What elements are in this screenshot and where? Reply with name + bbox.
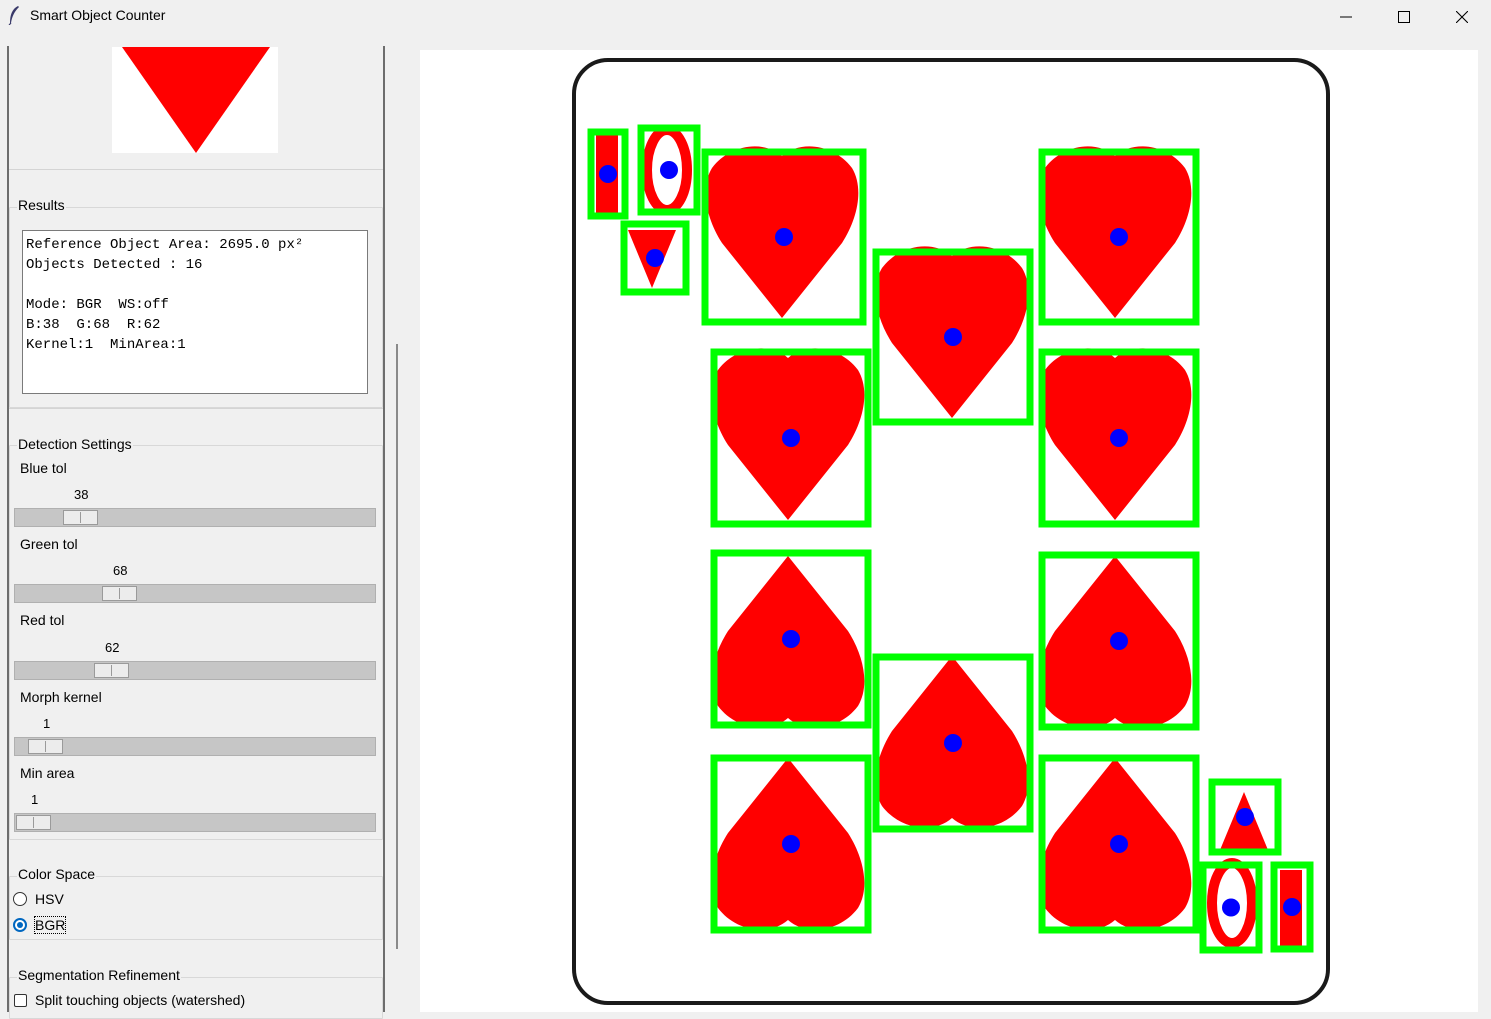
- blue-tol-label: Blue tol: [20, 460, 67, 476]
- centroid-dot: [775, 228, 793, 246]
- centroid-dot: [782, 630, 800, 648]
- reference-heart-image: [122, 47, 270, 153]
- minimize-button[interactable]: [1317, 0, 1375, 34]
- green-tol-value: 68: [113, 563, 128, 578]
- segmentation-label: Segmentation Refinement: [17, 967, 181, 983]
- hsv-radio[interactable]: [13, 892, 27, 906]
- detection-settings-label: Detection Settings: [17, 436, 133, 452]
- close-icon: [1456, 11, 1468, 23]
- centroid-dot: [1110, 429, 1128, 447]
- centroid-dot: [1110, 632, 1128, 650]
- green-tol-label: Green tol: [20, 536, 78, 552]
- red-tol-label: Red tol: [20, 612, 65, 628]
- centroid-dot: [660, 161, 678, 179]
- red-tol-value: 62: [105, 640, 120, 655]
- color-space-label: Color Space: [17, 866, 97, 882]
- panel-scrollbar[interactable]: [396, 344, 398, 949]
- min-area-value: 1: [31, 792, 39, 807]
- results-text-area[interactable]: Reference Object Area: 2695.0 px² Object…: [22, 230, 368, 394]
- green-tol-slider[interactable]: [14, 584, 376, 603]
- bgr-radio[interactable]: [13, 918, 27, 932]
- blue-tol-slider[interactable]: [14, 508, 376, 527]
- centroid-dot: [1222, 898, 1240, 917]
- bgr-radio-label[interactable]: BGR: [33, 916, 67, 934]
- image-canvas[interactable]: [420, 50, 1478, 1012]
- min-area-label: Min area: [20, 765, 75, 781]
- maximize-button[interactable]: [1375, 0, 1433, 34]
- centroid-dot: [599, 165, 617, 183]
- centroid-dot: [1110, 835, 1128, 853]
- watershed-checkbox[interactable]: [14, 994, 27, 1007]
- maximize-icon: [1398, 11, 1410, 23]
- green-tol-handle[interactable]: [102, 586, 137, 601]
- centroid-dot: [1283, 898, 1301, 916]
- title-bar: Smart Object Counter: [0, 0, 1491, 34]
- window-title: Smart Object Counter: [30, 7, 166, 23]
- control-panel: Results Reference Object Area: 2695.0 px…: [0, 34, 386, 1019]
- centroid-dot: [944, 328, 962, 346]
- close-button[interactable]: [1433, 0, 1491, 34]
- divider: [9, 169, 383, 170]
- results-text: Reference Object Area: 2695.0 px² Object…: [26, 237, 304, 353]
- panel-right-border: [383, 46, 385, 1012]
- morph-kernel-label: Morph kernel: [20, 689, 102, 705]
- min-area-handle[interactable]: [16, 815, 51, 830]
- hsv-radio-label[interactable]: HSV: [35, 891, 64, 907]
- detection-image: [572, 58, 1330, 1005]
- centroid-dot: [1110, 228, 1128, 246]
- centroid-dot: [782, 429, 800, 447]
- min-area-slider[interactable]: [14, 813, 376, 832]
- morph-kernel-value: 1: [43, 716, 51, 731]
- morph-kernel-handle[interactable]: [28, 739, 63, 754]
- blue-tol-value: 38: [74, 487, 89, 502]
- centroid-dot: [944, 734, 962, 752]
- blue-tol-handle[interactable]: [63, 510, 98, 525]
- morph-kernel-slider[interactable]: [14, 737, 376, 756]
- red-tol-slider[interactable]: [14, 661, 376, 680]
- watershed-checkbox-label[interactable]: Split touching objects (watershed): [35, 992, 245, 1008]
- results-label: Results: [17, 197, 66, 213]
- red-tol-handle[interactable]: [94, 663, 129, 678]
- reference-thumbnail: [112, 47, 278, 153]
- centroid-dot: [782, 835, 800, 853]
- divider: [9, 408, 383, 409]
- centroid-dot: [1236, 808, 1254, 826]
- feather-icon: [8, 6, 19, 25]
- centroid-dot: [646, 249, 664, 267]
- minimize-icon: [1340, 16, 1352, 18]
